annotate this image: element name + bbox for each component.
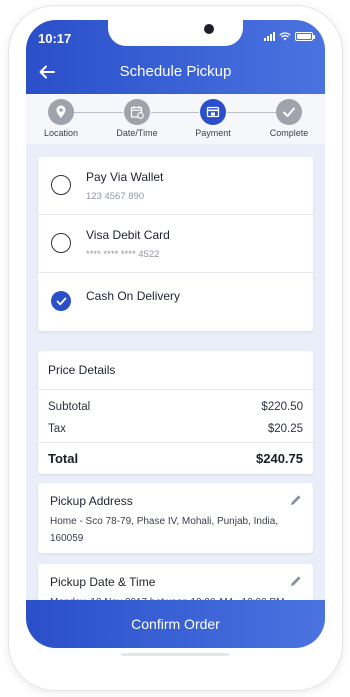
page-title: Schedule Pickup (119, 63, 232, 80)
edit-pencil-icon[interactable] (289, 493, 303, 507)
step-label: Payment (195, 128, 231, 138)
total-value: $240.75 (256, 451, 303, 466)
step-date-time[interactable]: Date/Time (102, 99, 172, 138)
pickup-address-card: Pickup Address Home - Sco 78-79, Phase I… (38, 483, 313, 553)
radio-button[interactable] (51, 233, 71, 253)
app-header: 10:17 Schedule Pickup (26, 20, 325, 94)
checkmark-icon (56, 297, 66, 305)
location-pin-icon (56, 105, 66, 118)
signal-icon (264, 32, 275, 41)
wifi-icon (279, 32, 291, 41)
step-complete[interactable]: Complete (254, 99, 324, 138)
step-label: Location (43, 128, 79, 138)
tax-row: Tax $20.25 (38, 418, 313, 440)
step-location[interactable]: Location (26, 99, 96, 138)
tax-label: Tax (48, 423, 66, 435)
status-icons (264, 32, 315, 41)
tax-value: $20.25 (267, 423, 303, 435)
status-time: 10:17 (38, 31, 72, 46)
calendar-icon (130, 106, 144, 119)
total-label: Total (48, 451, 79, 466)
payment-option-label: Pay Via Wallet (86, 170, 164, 184)
radio-button[interactable] (51, 175, 71, 195)
payment-option-wallet[interactable]: Pay Via Wallet 123 4567 890 (38, 157, 313, 215)
payment-option-label: Cash On Delivery (86, 289, 181, 303)
pickup-datetime-title: Pickup Date & Time (50, 575, 156, 589)
step-payment[interactable]: Payment (178, 99, 248, 138)
price-details-card: Price Details Subtotal $220.50 Tax $20.2… (38, 351, 313, 474)
payment-option-detail: 123 4567 890 (86, 191, 145, 202)
battery-icon (295, 32, 315, 41)
phone-notch (108, 20, 243, 46)
step-label: Date/Time (116, 128, 158, 138)
camera-icon (204, 24, 214, 34)
subtotal-value: $220.50 (261, 401, 303, 413)
checkmark-icon (283, 107, 295, 117)
progress-stepper: Location Date/Time Payment Complete (26, 94, 325, 144)
pickup-address-title: Pickup Address (50, 494, 133, 508)
payment-option-card[interactable]: Visa Debit Card **** **** **** 4522 (38, 215, 313, 273)
pickup-address-text: Home - Sco 78-79, Phase IV, Mohali, Punj… (50, 516, 279, 544)
radio-button-checked[interactable] (51, 291, 71, 311)
subtotal-label: Subtotal (48, 401, 91, 413)
step-label: Complete (269, 128, 309, 138)
payment-option-detail: **** **** **** 4522 (86, 249, 160, 260)
edit-pencil-icon[interactable] (289, 574, 303, 588)
payment-methods-card: Pay Via Wallet 123 4567 890 Visa Debit C… (38, 157, 313, 331)
price-details-title: Price Details (38, 351, 313, 390)
payment-option-label: Visa Debit Card (86, 228, 170, 242)
home-indicator (121, 653, 229, 656)
total-row: Total $240.75 (38, 442, 313, 474)
app-screen: 10:17 Schedule Pickup Location Date/Time… (26, 20, 325, 648)
subtotal-row: Subtotal $220.50 (38, 396, 313, 418)
payment-icon (206, 106, 220, 117)
confirm-order-button[interactable]: Confirm Order (26, 600, 325, 648)
payment-option-cash[interactable]: Cash On Delivery (38, 273, 313, 331)
